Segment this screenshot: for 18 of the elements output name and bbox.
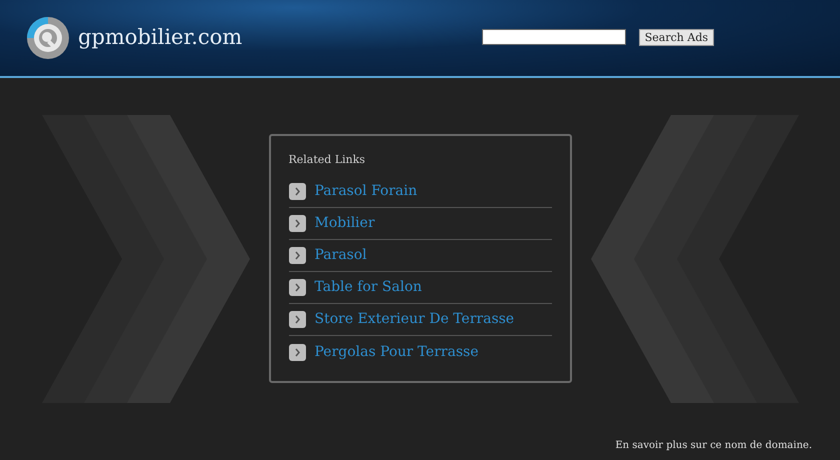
related-link[interactable]: Parasol [314,245,367,266]
related-link[interactable]: Pergolas Pour Terrasse [314,342,478,362]
related-link[interactable]: Mobilier [314,213,375,234]
chevron-right-icon [288,344,306,360]
chevron-right-icon [288,279,306,296]
site-title[interactable]: gpmobilier.com [78,22,242,54]
chevron-right-icon [288,247,306,264]
search-button[interactable]: Search Ads [638,28,714,46]
logo-icon [25,15,71,61]
chevron-right-icon [288,183,306,200]
panel-title: Related Links [288,152,366,168]
search-field[interactable] [482,29,626,45]
chevron-right-icon [288,215,306,232]
chevron-right-icon [288,311,306,328]
related-link[interactable]: Parasol Forain [314,181,418,202]
domain-info-link[interactable]: En savoir plus sur ce nom de domaine. [615,438,812,453]
related-link[interactable]: Table for Salon [314,277,422,298]
related-link[interactable]: Store Exterieur De Terrasse [314,309,514,330]
